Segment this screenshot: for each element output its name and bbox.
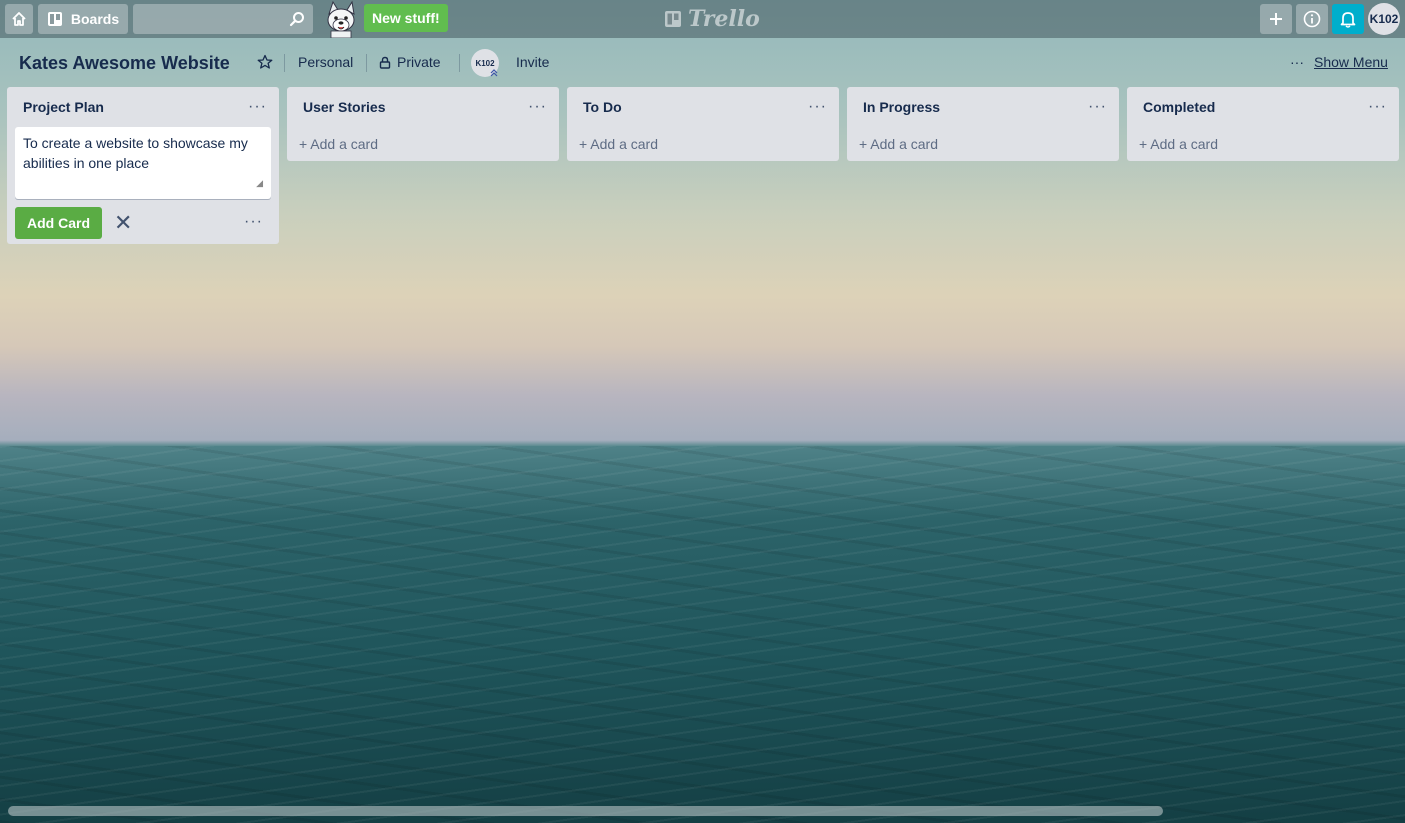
list-completed: Completed ··· + Add a card <box>1127 87 1399 161</box>
list-title[interactable]: Project Plan <box>23 99 104 115</box>
info-icon <box>1303 10 1321 28</box>
boards-button[interactable]: Boards <box>38 4 128 34</box>
list-menu-button[interactable]: ··· <box>808 98 827 116</box>
card-composer-textarea[interactable]: To create a website to showcase my abili… <box>15 127 271 199</box>
list-project-plan: Project Plan ··· To create a website to … <box>7 87 279 244</box>
add-card-button[interactable]: Add Card <box>15 207 102 239</box>
list-menu-button[interactable]: ··· <box>1368 98 1387 116</box>
composer-more-button[interactable]: ··· <box>244 213 263 231</box>
list-header: Completed ··· <box>1127 87 1399 127</box>
search-icon <box>289 12 304 27</box>
close-icon[interactable]: ✕ <box>114 210 132 236</box>
list-user-stories: User Stories ··· + Add a card <box>287 87 559 161</box>
member-avatar[interactable]: K102 <box>1368 3 1400 35</box>
board-member-initials: K102 <box>475 58 495 68</box>
invite-button[interactable]: Invite <box>516 54 549 70</box>
board-member-avatar[interactable]: K102 <box>471 49 499 77</box>
show-menu-button[interactable]: ··· Show Menu <box>1290 54 1388 70</box>
bell-icon <box>1340 12 1356 28</box>
list-to-do: To Do ··· + Add a card <box>567 87 839 161</box>
list-header: In Progress ··· <box>847 87 1119 127</box>
list-menu-button[interactable]: ··· <box>248 98 267 116</box>
add-card-label: + Add a card <box>579 136 659 152</box>
visibility-button[interactable]: Private <box>379 54 441 70</box>
board-title[interactable]: Kates Awesome Website <box>19 53 230 74</box>
star-button[interactable] <box>257 54 273 70</box>
divider <box>459 54 460 72</box>
taco-mascot-icon <box>327 0 355 38</box>
add-card-label: + Add a card <box>1139 136 1219 152</box>
list-title[interactable]: Completed <box>1143 99 1215 115</box>
create-button[interactable] <box>1260 4 1292 34</box>
lock-icon <box>379 56 391 69</box>
admin-chevron-icon <box>490 69 498 77</box>
info-button[interactable] <box>1296 4 1328 34</box>
notifications-button[interactable] <box>1332 4 1364 34</box>
boards-icon <box>47 12 62 26</box>
card-composer-text: To create a website to showcase my abili… <box>23 135 248 171</box>
list-title[interactable]: User Stories <box>303 99 385 115</box>
visibility-label: Private <box>397 54 441 70</box>
list-in-progress: In Progress ··· + Add a card <box>847 87 1119 161</box>
add-a-card-button[interactable]: + Add a card <box>847 127 1119 161</box>
show-menu-label: Show Menu <box>1314 54 1388 70</box>
list-menu-button[interactable]: ··· <box>528 98 547 116</box>
list-header: To Do ··· <box>567 87 839 127</box>
add-a-card-button[interactable]: + Add a card <box>567 127 839 161</box>
board-background-water <box>0 446 1405 823</box>
add-a-card-button[interactable]: + Add a card <box>1127 127 1399 161</box>
home-icon <box>12 12 26 26</box>
search-input[interactable] <box>133 4 313 34</box>
boards-label: Boards <box>70 11 120 27</box>
horizontal-scrollbar[interactable] <box>8 806 1163 816</box>
trello-logo[interactable]: Trello <box>664 6 760 32</box>
new-stuff-button[interactable]: New stuff! <box>364 4 448 32</box>
list-title[interactable]: In Progress <box>863 99 940 115</box>
top-header: Boards New stuff! Trello K102 <box>0 0 1405 38</box>
divider <box>366 54 367 72</box>
star-icon <box>257 54 273 69</box>
add-card-label: + Add a card <box>299 136 379 152</box>
list-header: User Stories ··· <box>287 87 559 127</box>
team-button[interactable]: Personal <box>298 54 353 70</box>
resize-handle-icon[interactable]: ◢ <box>256 173 263 193</box>
list-title[interactable]: To Do <box>583 99 622 115</box>
add-a-card-button[interactable]: + Add a card <box>287 127 559 161</box>
list-header: Project Plan ··· <box>7 87 279 127</box>
plus-icon <box>1270 13 1282 25</box>
add-card-label: + Add a card <box>859 136 939 152</box>
team-label: Personal <box>298 54 354 70</box>
list-menu-button[interactable]: ··· <box>1088 98 1107 116</box>
trello-logo-icon <box>665 11 681 27</box>
more-icon: ··· <box>1290 54 1304 70</box>
invite-label: Invite <box>516 54 550 70</box>
logo-text: Trello <box>688 6 760 32</box>
divider <box>284 54 285 72</box>
home-button[interactable] <box>5 4 33 34</box>
composer-controls: Add Card ✕ ··· <box>7 199 279 247</box>
